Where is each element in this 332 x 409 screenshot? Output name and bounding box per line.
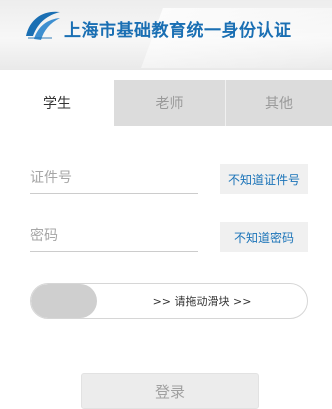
password-input[interactable] (30, 220, 198, 251)
login-button[interactable]: 登录 (81, 373, 259, 409)
id-number-field (30, 162, 198, 194)
tab-student[interactable]: 学生 (0, 80, 114, 126)
id-number-input[interactable] (30, 162, 198, 193)
tab-other[interactable]: 其他 (226, 80, 332, 126)
slider-handle[interactable] (31, 284, 97, 318)
forgot-password-button[interactable]: 不知道密码 (220, 222, 308, 252)
tab-teacher[interactable]: 老师 (114, 80, 226, 126)
slider-hint: >> 请拖动滑块 >> (152, 295, 252, 308)
forgot-id-button[interactable]: 不知道证件号 (220, 164, 308, 194)
swoosh-logo-icon (26, 11, 60, 40)
role-tabs: 学生 老师 其他 (0, 80, 332, 126)
header-banner: 上海市基础教育统一身份认证 (0, 0, 332, 70)
password-field (30, 220, 198, 252)
page-title: 上海市基础教育统一身份认证 (64, 21, 292, 41)
slider-captcha: >> 请拖动滑块 >> (30, 283, 308, 319)
